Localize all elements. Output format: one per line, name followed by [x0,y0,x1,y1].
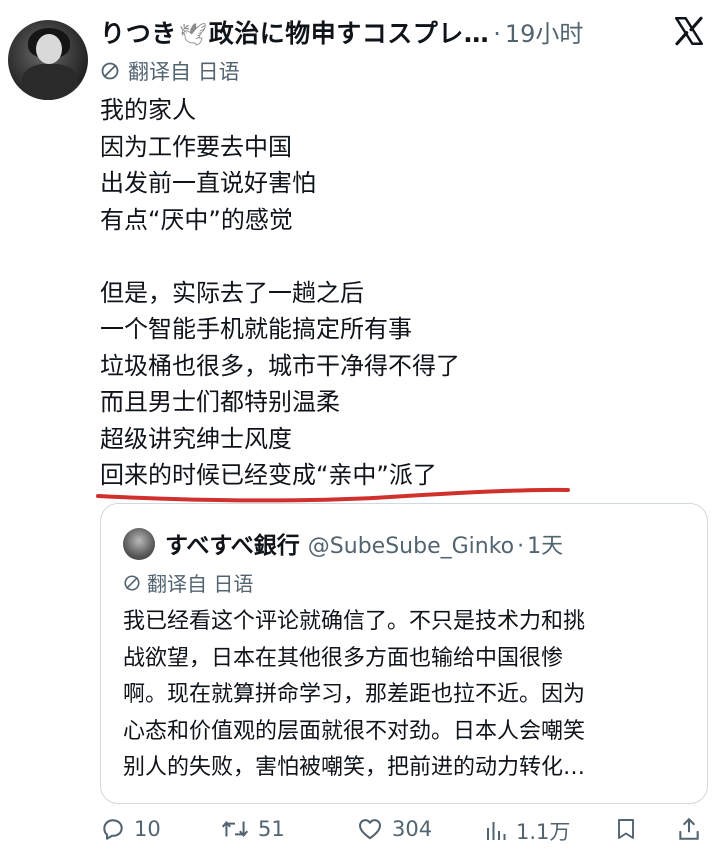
header-separator: · [493,20,501,48]
quoted-tweet[interactable]: すべすべ銀行 @SubeSube_Ginko · 1天 翻译自 日语 我已经看这… [100,503,708,804]
quoted-author-name[interactable]: すべすべ銀行 [165,526,300,560]
quoted-tweet-time[interactable]: 1天 [527,528,563,560]
translate-icon [124,574,140,591]
quoted-translation-label: 翻译自 日语 [147,572,254,596]
like-count: 304 [392,817,433,841]
like-icon [359,819,381,840]
tweet-line: 我的家人 [100,96,196,124]
tweet-body: 我的家人 因为工作要去中国 出发前一直说好害怕 有点“厌中”的感觉 但是，实际去… [100,92,460,494]
quoted-tweet-line: 战欲望，日本在其他很多方面也输给中国很惨 [123,645,564,671]
author-name-suffix[interactable]: 政治に物申すコスプレ… [209,14,490,50]
author-name[interactable]: りつき [100,14,177,50]
translation-label: 翻译自 日语 [128,60,240,84]
repost-icon [221,821,249,837]
views-button[interactable]: 1.1万 [484,816,570,846]
tweet-time[interactable]: 19小时 [505,14,584,49]
tweet-header: りつき 🕊 政治に物申すコスプレ… · 19小时 [100,14,583,50]
like-button[interactable]: 304 [356,816,432,842]
reply-count: 10 [134,817,161,841]
dove-emoji: 🕊 [178,23,207,48]
views-count: 1.1万 [516,820,571,844]
bookmark-icon [618,819,634,839]
quoted-header-separator: · [517,534,525,559]
translate-icon [101,62,119,80]
tweet-actions: 10 51 304 1.1万 [100,816,710,850]
tweet-line: 出发前一直说好害怕 [100,169,316,197]
quoted-tweet-header: すべすべ銀行 @SubeSube_Ginko · 1天 [165,526,563,560]
share-icon [679,817,699,840]
repost-button[interactable]: 51 [220,816,285,842]
views-icon [487,822,506,840]
x-logo-icon[interactable] [672,14,706,48]
quoted-author-handle[interactable]: @SubeSube_Ginko [308,534,514,559]
reply-button[interactable]: 10 [100,816,161,842]
tweet-line: 有点“厌中”的感觉 [100,205,293,234]
quoted-translation-note[interactable]: 翻译自 日语 [123,568,253,597]
quoted-tweet-line: 我已经看这个评论就确信了。不只是技术力和挑 [123,609,586,634]
share-button[interactable] [676,816,710,842]
repost-count: 51 [258,817,285,841]
quoted-tweet-body: 我已经看这个评论就确信了。不只是技术力和挑 战欲望，日本在其他很多方面也输给中国… [123,604,693,787]
author-avatar[interactable] [8,20,88,100]
tweet-line: 但是，实际去了一趟之后 [100,278,364,307]
avatar-face [36,34,62,64]
quoted-tweet-line: 别人的失败，害怕被嘲笑，把前进的动力转化… [123,755,586,780]
quoted-tweet-line: 心态和价值观的层面就很不对劲。日本人会嘲笑 [123,718,586,744]
quoted-tweet-line: 啊。现在就算拼命学习，那差距也拉不近。因为 [123,682,586,707]
bookmark-button[interactable] [614,816,646,842]
tweet-line: 垃圾桶也很多，城市干净得不得了 [100,351,460,380]
tweet-line: 一个智能手机就能搞定所有事 [100,315,412,343]
quoted-author-avatar[interactable] [123,528,155,560]
translation-note[interactable]: 翻译自 日语 [100,56,240,86]
tweet-line: 超级讲究绅士风度 [100,424,292,453]
tweet-line: 而且男士们都特别温柔 [100,388,340,416]
avatar-body [22,64,78,100]
reply-icon [103,819,123,840]
tweet-line: 因为工作要去中国 [100,132,292,161]
